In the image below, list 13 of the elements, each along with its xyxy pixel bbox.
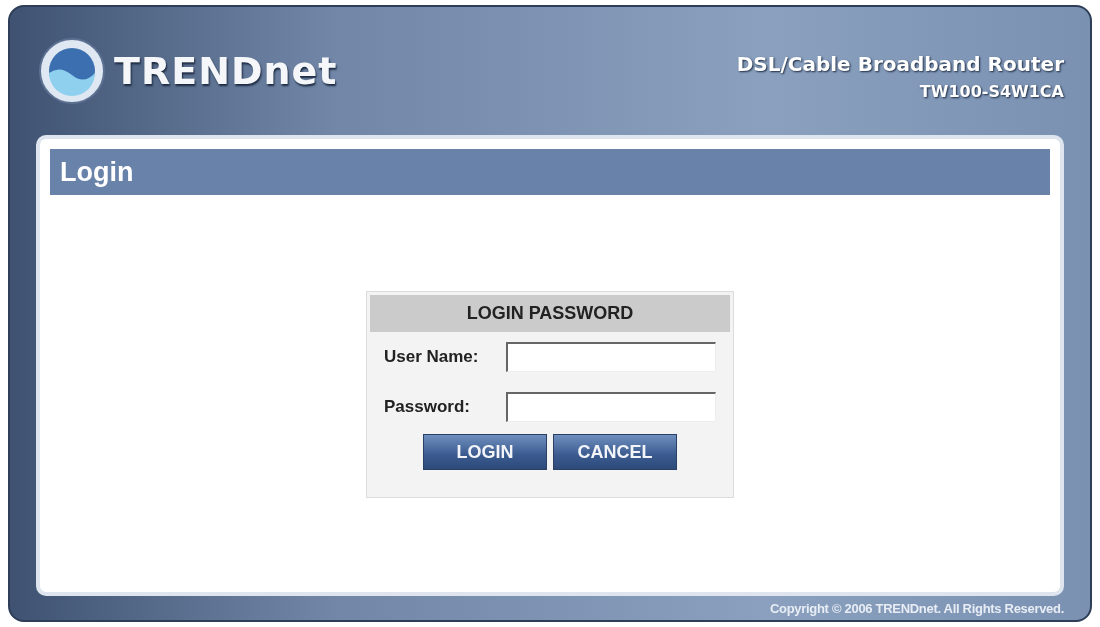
- product-name: DSL/Cable Broadband Router: [736, 51, 1064, 76]
- page-title: Login: [60, 156, 134, 188]
- field-label: User Name:: [384, 347, 480, 367]
- login-button[interactable]: LOGIN: [423, 434, 547, 470]
- login-box-title: LOGIN PASSWORD: [466, 303, 634, 324]
- field-label: Password:: [384, 397, 471, 417]
- input-field[interactable]: [506, 392, 716, 422]
- model-number: TW100-S4W1CA: [919, 81, 1064, 101]
- brand-name: TRENDnet: [114, 49, 338, 93]
- globe-logo-icon: [38, 37, 106, 105]
- cancel-button[interactable]: CANCEL: [553, 434, 677, 470]
- input-field[interactable]: [506, 342, 716, 372]
- copyright-text: Copyright © 2006 TRENDnet. All Rights Reserved.: [769, 600, 1064, 616]
